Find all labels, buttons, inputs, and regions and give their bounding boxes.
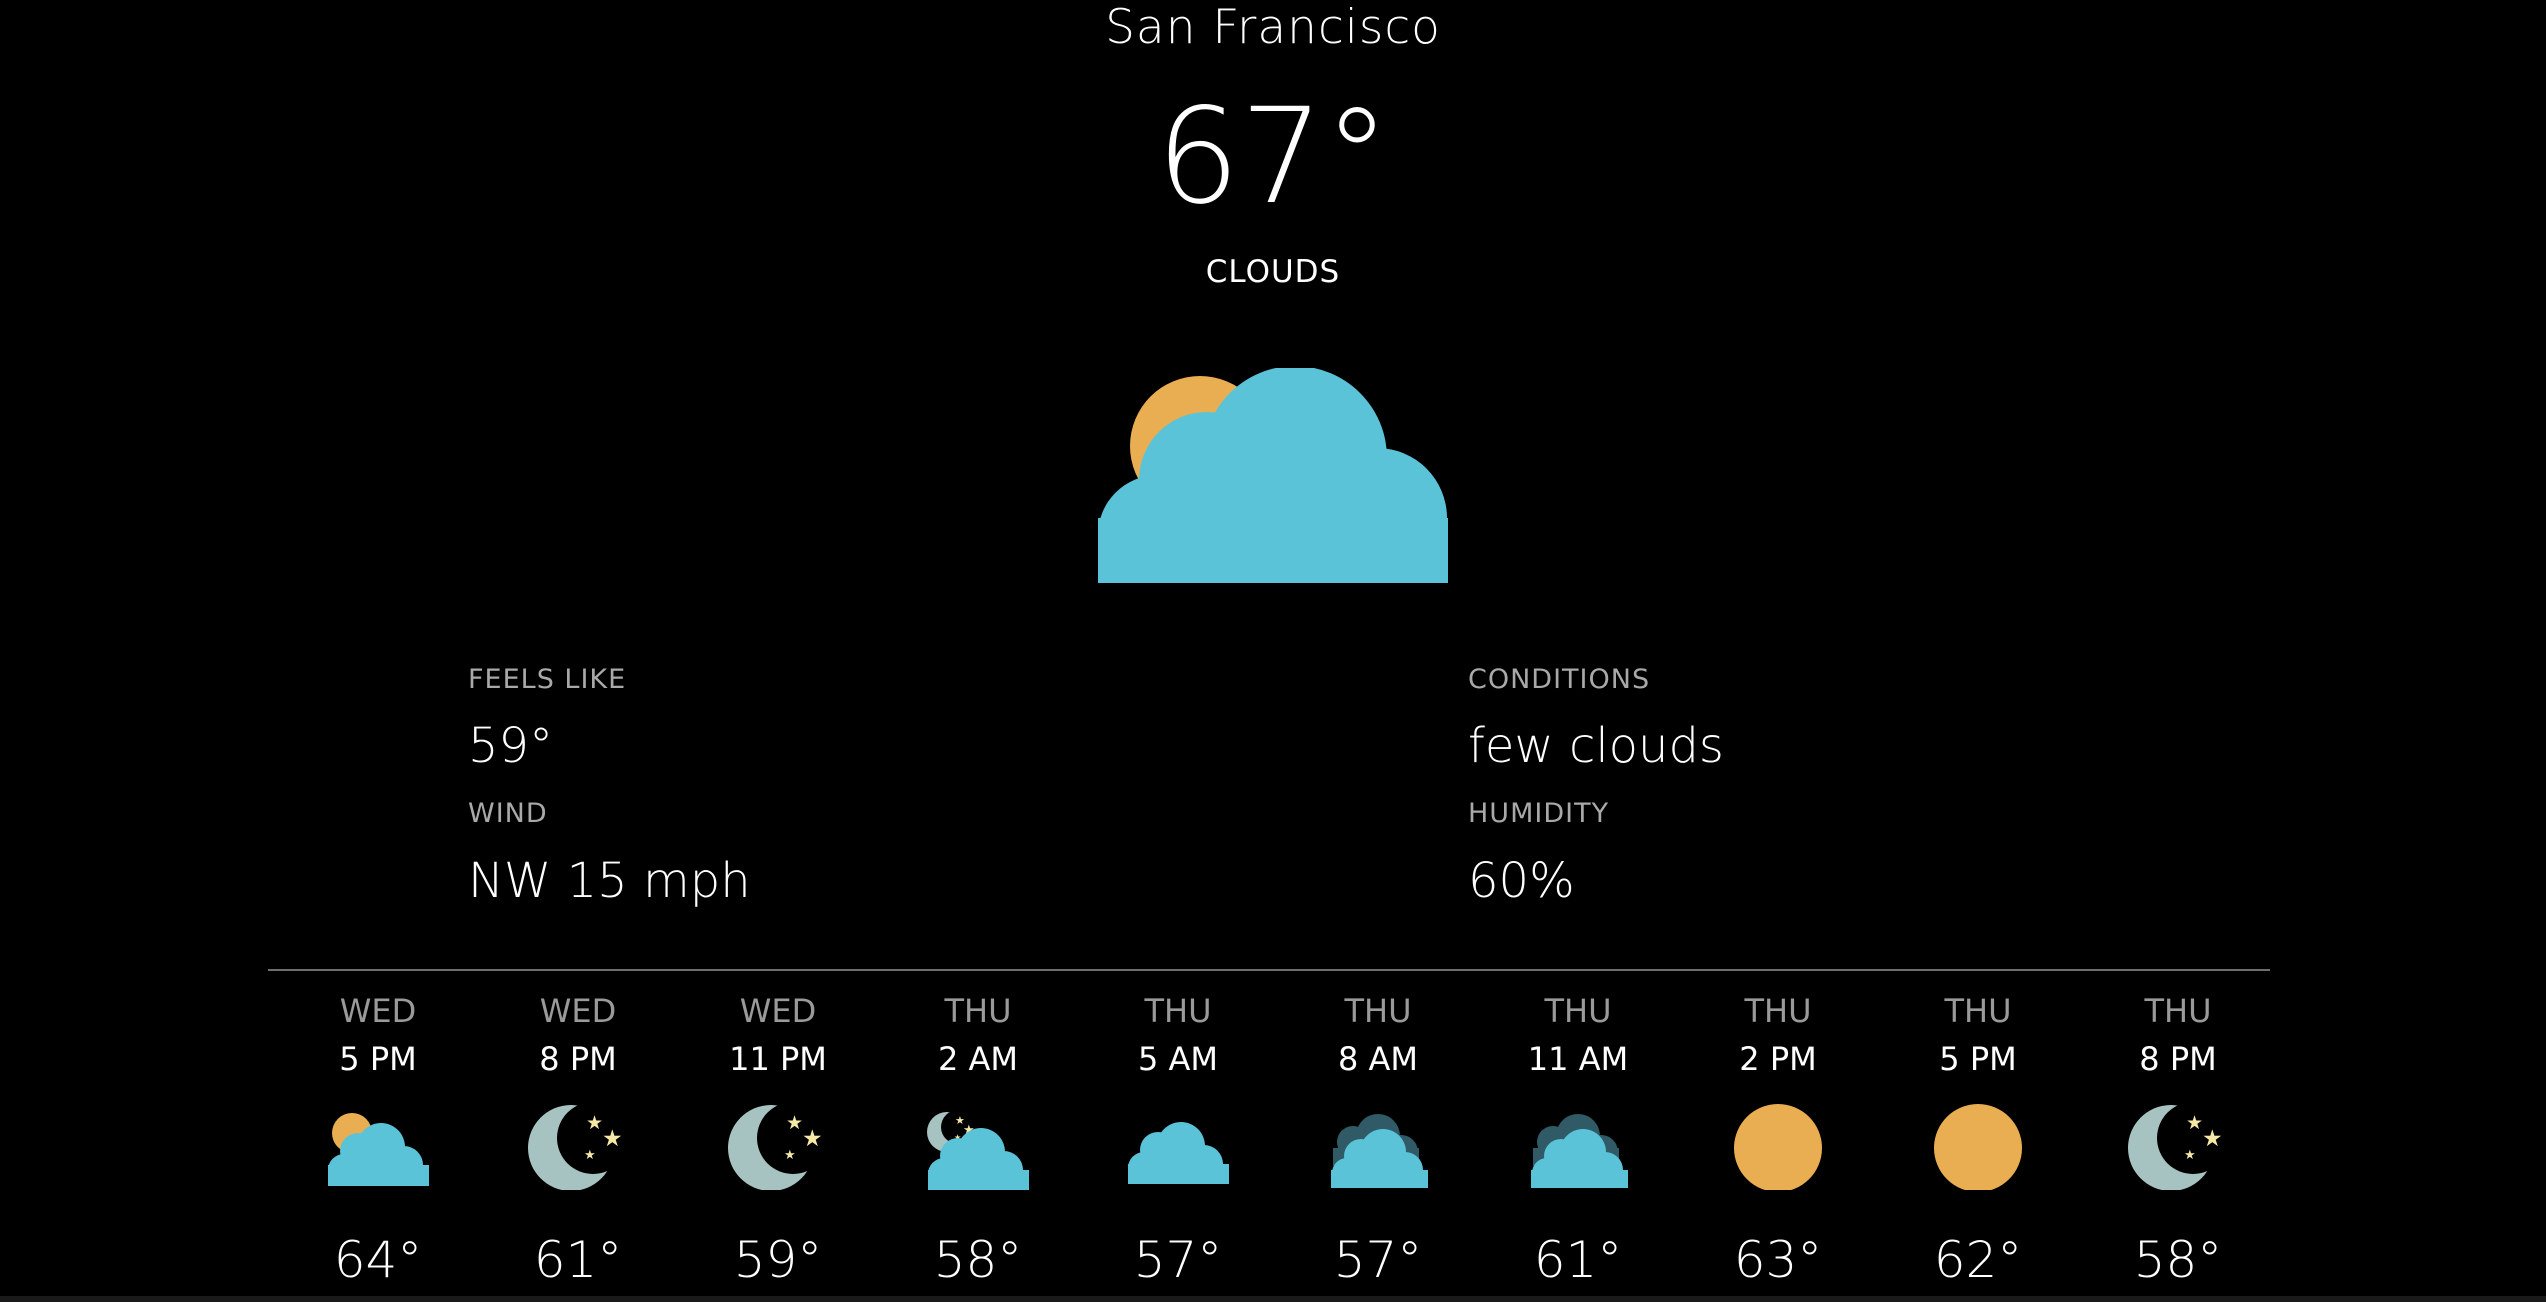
forecast-item: THU 2 AM ★ ★ ★ 58° xyxy=(878,990,1078,1302)
partly-cloudy-day-icon xyxy=(1095,366,1451,595)
forecast-time: 5 PM xyxy=(339,1040,417,1078)
clear-night-icon: ★ ★ ★ xyxy=(2123,1102,2233,1191)
forecast-time: 5 PM xyxy=(1939,1040,2017,1078)
forecast-day: THU xyxy=(944,992,1012,1030)
forecast-temperature: 64° xyxy=(333,1231,423,1289)
current-temperature: 67° xyxy=(1156,80,1390,234)
forecast-temperature: 59° xyxy=(733,1231,823,1289)
svg-text:★: ★ xyxy=(2184,1148,2196,1163)
clear-night-icon: ★ ★ ★ xyxy=(523,1102,633,1191)
forecast-divider xyxy=(268,969,2270,971)
forecast-time: 11 AM xyxy=(1527,1040,1629,1078)
sun-icon xyxy=(1923,1102,2033,1192)
forecast-temperature: 57° xyxy=(1333,1231,1423,1289)
forecast-time: 5 AM xyxy=(1137,1040,1219,1078)
forecast-time: 2 AM xyxy=(937,1040,1019,1078)
sun-icon xyxy=(1723,1102,1833,1192)
forecast-time: 2 PM xyxy=(1739,1040,1817,1078)
humidity-value: 60% xyxy=(1468,853,1575,909)
forecast-temperature: 57° xyxy=(1133,1231,1223,1289)
forecast-item: THU 2 PM 63° xyxy=(1678,990,1878,1302)
conditions-label: CONDITIONS xyxy=(1468,664,1651,695)
forecast-day: WED xyxy=(539,992,617,1030)
clear-night-icon: ★ ★ ★ xyxy=(723,1102,833,1191)
forecast-temperature: 58° xyxy=(2133,1231,2223,1289)
forecast-time: 8 AM xyxy=(1337,1040,1419,1078)
forecast-temperature: 61° xyxy=(1533,1231,1623,1289)
forecast-item: THU 11 AM 61° xyxy=(1478,990,1678,1302)
weather-summary: CLOUDS xyxy=(1205,254,1341,290)
forecast-day: THU xyxy=(1944,992,2012,1030)
feels-like-value: 59° xyxy=(468,718,554,774)
wind-label: WIND xyxy=(468,798,548,829)
forecast-day: THU xyxy=(1744,992,1812,1030)
svg-text:★: ★ xyxy=(584,1148,596,1163)
humidity-label: HUMIDITY xyxy=(1468,798,1610,829)
svg-text:★: ★ xyxy=(586,1112,603,1134)
forecast-item: WED 8 PM ★ ★ ★ 61° xyxy=(478,990,678,1302)
cloud-icon xyxy=(1123,1102,1233,1190)
svg-text:★: ★ xyxy=(802,1126,823,1152)
forecast-item: WED 11 PM ★ ★ ★ 59° xyxy=(678,990,878,1302)
svg-text:★: ★ xyxy=(2186,1112,2203,1134)
forecast-day: WED xyxy=(339,992,417,1030)
forecast-temperature: 58° xyxy=(933,1231,1023,1289)
forecast-item: WED 5 PM 64° xyxy=(278,990,478,1302)
hourly-forecast: WED 5 PM 64° WED 8 PM ★ ★ ★ 61° WED 11 P… xyxy=(278,990,2278,1302)
forecast-day: WED xyxy=(739,992,817,1030)
svg-text:★: ★ xyxy=(784,1148,796,1163)
conditions-value: few clouds xyxy=(1468,718,1724,774)
partly-cloudy-night-icon: ★ ★ ★ xyxy=(923,1102,1033,1190)
forecast-item: THU 8 AM 57° xyxy=(1278,990,1478,1302)
forecast-day: THU xyxy=(1144,992,1212,1030)
bottom-bar xyxy=(0,1296,2546,1302)
feels-like-label: FEELS LIKE xyxy=(468,664,627,695)
forecast-item: THU 5 AM 57° xyxy=(1078,990,1278,1302)
forecast-temperature: 63° xyxy=(1733,1231,1823,1289)
forecast-day: THU xyxy=(1544,992,1612,1030)
broken-clouds-icon xyxy=(1523,1102,1633,1190)
forecast-day: THU xyxy=(1344,992,1412,1030)
city-name: San Francisco xyxy=(1105,0,1441,55)
forecast-temperature: 61° xyxy=(533,1231,623,1289)
svg-text:★: ★ xyxy=(602,1126,623,1152)
svg-text:★: ★ xyxy=(2202,1126,2223,1152)
partly-cloudy-day-icon xyxy=(323,1102,433,1190)
forecast-item: THU 5 PM 62° xyxy=(1878,990,2078,1302)
broken-clouds-icon xyxy=(1323,1102,1433,1190)
wind-value: NW 15 mph xyxy=(468,853,751,909)
forecast-time: 8 PM xyxy=(539,1040,617,1078)
forecast-temperature: 62° xyxy=(1933,1231,2023,1289)
forecast-item: THU 8 PM ★ ★ ★ 58° xyxy=(2078,990,2278,1302)
forecast-time: 11 PM xyxy=(729,1040,827,1078)
forecast-day: THU xyxy=(2144,992,2212,1030)
svg-text:★: ★ xyxy=(786,1112,803,1134)
forecast-time: 8 PM xyxy=(2139,1040,2217,1078)
